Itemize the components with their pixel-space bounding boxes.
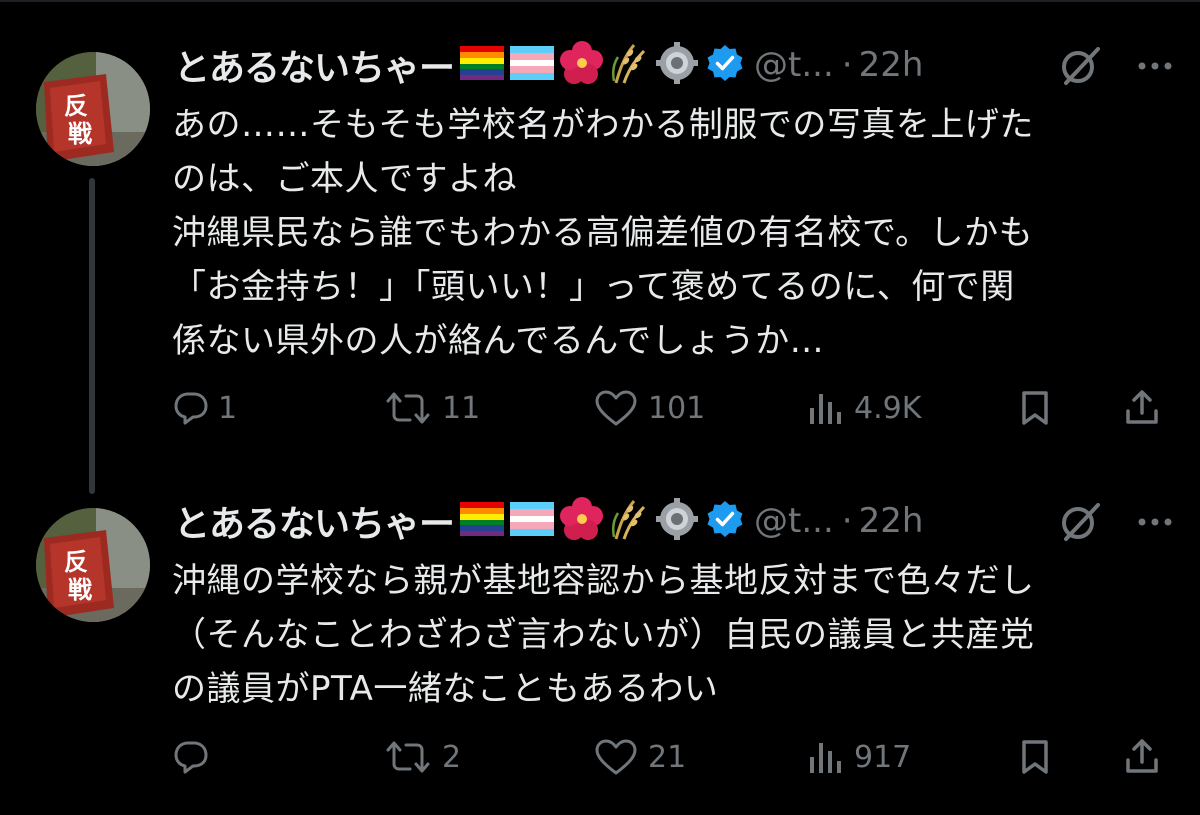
- tweet-text-line: 係ない県外の人が絡んでるんでしょうか…: [172, 321, 825, 361]
- action-bar: 1 11 101 4.9K: [172, 383, 1172, 433]
- verified-badge-icon[interactable]: [706, 44, 744, 86]
- tweet-header: とあるないちゃー @t... · 22h: [174, 40, 923, 90]
- heart-icon: [595, 390, 637, 426]
- separator-dot: ·: [841, 45, 853, 85]
- share-button[interactable]: [1124, 732, 1160, 782]
- separator-dot: ·: [841, 501, 853, 541]
- tweet-text-line: のは、ご本人ですよね: [172, 159, 517, 199]
- repost-count: 11: [442, 390, 481, 426]
- repost-icon: [386, 741, 430, 773]
- repost-count: 2: [442, 739, 462, 775]
- view-count: 917: [854, 739, 912, 775]
- transgender-flag-icon: [510, 46, 555, 84]
- like-count: 101: [648, 390, 706, 426]
- views-button[interactable]: 917: [808, 732, 911, 782]
- action-bar: 2 21 917: [172, 732, 1172, 782]
- share-icon: [1126, 739, 1158, 773]
- bookmark-button[interactable]: [1020, 732, 1050, 782]
- avatar[interactable]: 反 戦: [36, 508, 150, 622]
- grok-icon[interactable]: [1058, 499, 1102, 543]
- views-button[interactable]: 4.9K: [808, 383, 921, 433]
- bookmark-icon: [1022, 740, 1048, 774]
- reply-count: 1: [218, 390, 238, 426]
- tweet-text-line: 沖縄県民なら誰でもわかる高偏差値の有名校で。しかも: [172, 213, 1034, 253]
- share-button[interactable]: [1124, 383, 1160, 433]
- repost-button[interactable]: 11: [384, 383, 480, 433]
- avatar-image: 反 戦: [36, 508, 150, 622]
- bookmark-button[interactable]: [1020, 383, 1050, 433]
- reply-icon: [174, 392, 208, 425]
- handle[interactable]: @t...: [754, 45, 834, 85]
- tweet-text-line: あの……そもそも学校名がわかる制服での写真を上げた: [172, 105, 1034, 145]
- display-name[interactable]: とあるないちゃー: [174, 495, 455, 547]
- tweet-text-line: 「お金持ち！」「頭いい！」って褒めてるのに、何で関: [172, 267, 1015, 307]
- tweet-text-line: の議員がPTA一緒なこともあるわい: [172, 669, 719, 709]
- display-name[interactable]: とあるないちゃー: [174, 39, 455, 91]
- timestamp[interactable]: 22h: [859, 45, 924, 85]
- hibiscus-icon: [560, 497, 604, 545]
- rice-ear-icon: [610, 497, 650, 545]
- tweet-text-line: 沖縄の学校なら親が基地容認から基地反対まで色々だし: [172, 561, 1035, 601]
- gear-icon: [656, 42, 699, 88]
- view-count: 4.9K: [854, 390, 922, 426]
- handle[interactable]: @t...: [754, 501, 834, 541]
- reply-button[interactable]: 1: [174, 383, 237, 433]
- avatar-text-top: 反: [64, 92, 88, 120]
- more-options-icon[interactable]: [1137, 48, 1173, 84]
- views-icon: [810, 394, 841, 424]
- tweet-text: あの……そもそも学校名がわかる制服での写真を上げた のは、ご本人ですよね 沖縄県…: [172, 98, 1172, 368]
- tweet-text-line: （そんなことわざわざ言わないが）自民の議員と共産党: [172, 615, 1035, 655]
- like-button[interactable]: 21: [594, 732, 686, 782]
- thread-connector-line: [89, 178, 95, 494]
- heart-icon: [595, 739, 637, 775]
- rice-ear-icon: [610, 41, 650, 89]
- hibiscus-icon: [560, 41, 604, 89]
- gear-icon: [656, 498, 699, 544]
- top-divider: [0, 0, 1200, 2]
- rainbow-flag-icon: [460, 46, 505, 84]
- share-icon: [1126, 390, 1158, 424]
- tweet-text: 沖縄の学校なら親が基地容認から基地反対まで色々だし （そんなことわざわざ言わない…: [172, 554, 1172, 716]
- grok-icon[interactable]: [1058, 43, 1102, 87]
- more-options-icon[interactable]: [1137, 504, 1173, 540]
- avatar-text-bottom: 戦: [68, 120, 92, 148]
- rainbow-flag-icon: [460, 502, 505, 540]
- repost-button[interactable]: 2: [384, 732, 461, 782]
- avatar-text-top: 反: [64, 548, 88, 576]
- avatar-text-bottom: 戦: [68, 576, 92, 604]
- tweet-header: とあるないちゃー @t... · 22h: [174, 496, 923, 546]
- reply-icon: [174, 741, 208, 774]
- avatar[interactable]: 反 戦: [36, 52, 150, 166]
- views-icon: [810, 743, 841, 773]
- verified-badge-icon[interactable]: [706, 500, 744, 542]
- timestamp[interactable]: 22h: [859, 501, 924, 541]
- reply-button[interactable]: [174, 732, 218, 782]
- transgender-flag-icon: [510, 502, 555, 540]
- avatar-image: 反 戦: [36, 52, 150, 166]
- repost-icon: [386, 392, 430, 424]
- bookmark-icon: [1022, 391, 1048, 425]
- like-count: 21: [648, 739, 687, 775]
- like-button[interactable]: 101: [594, 383, 705, 433]
